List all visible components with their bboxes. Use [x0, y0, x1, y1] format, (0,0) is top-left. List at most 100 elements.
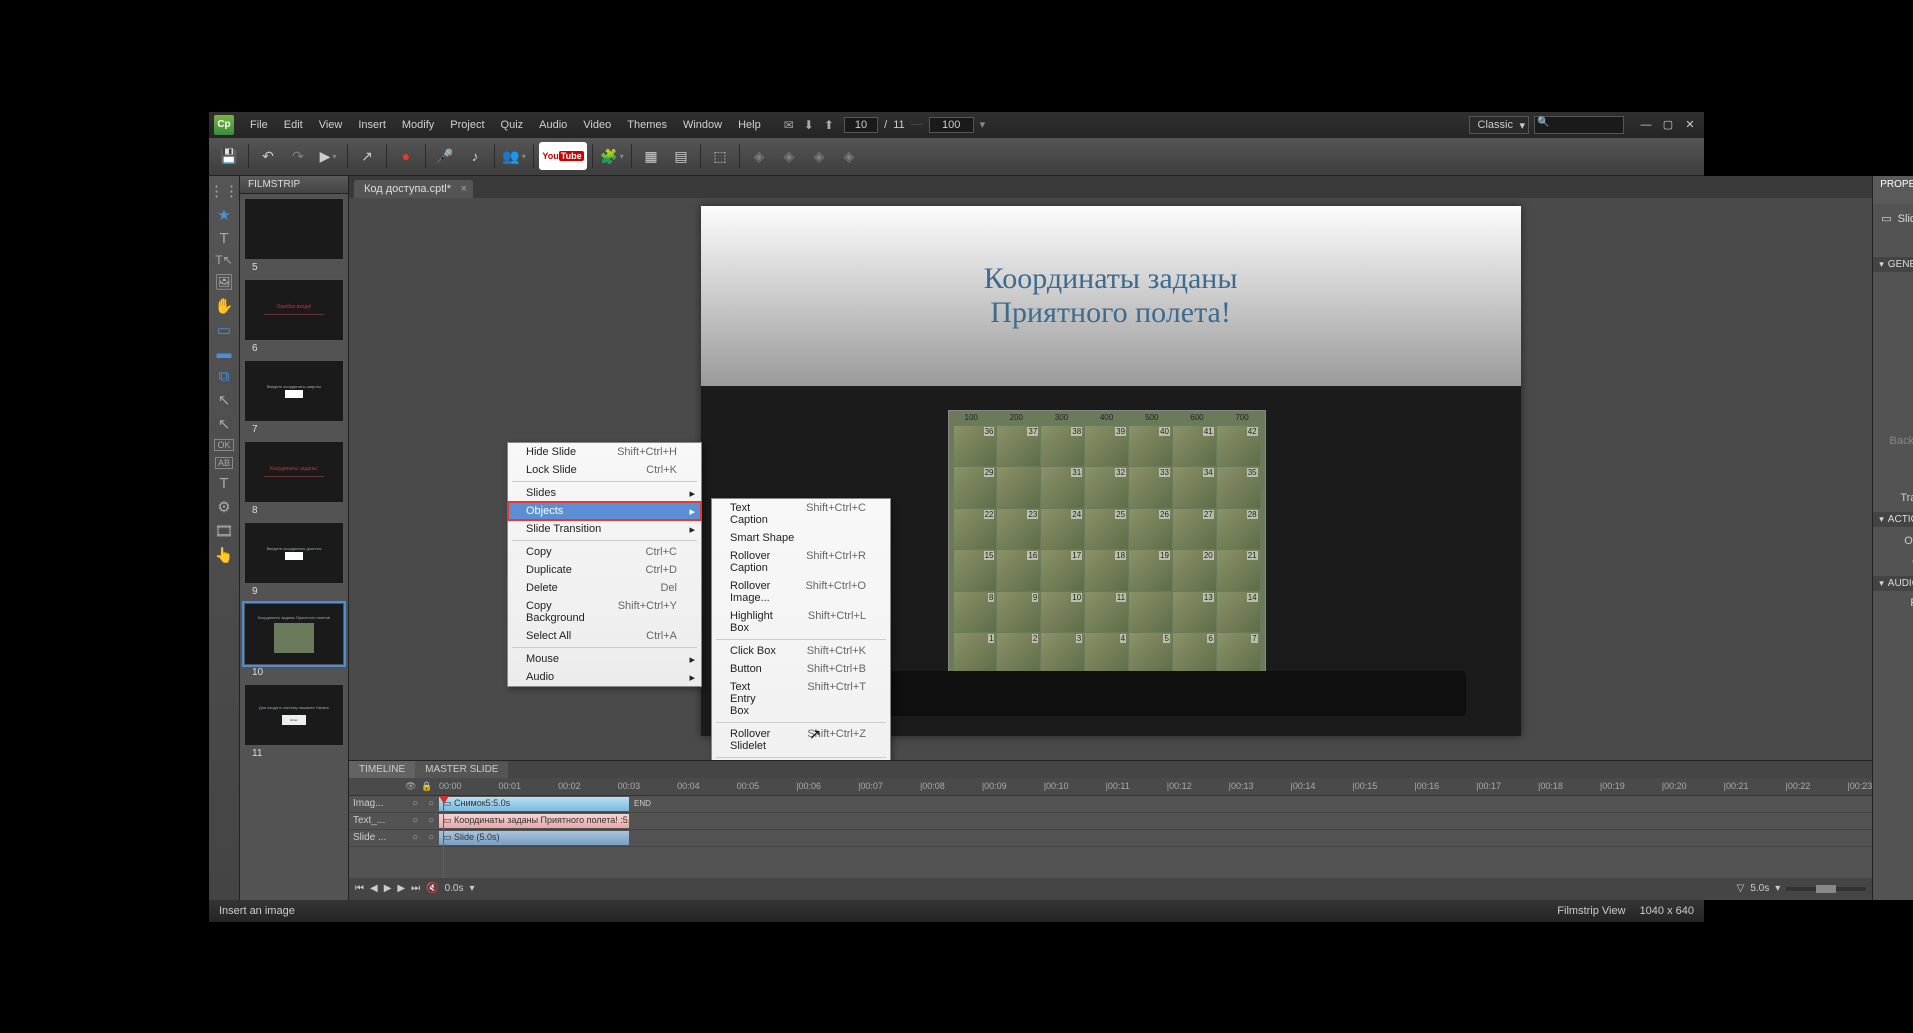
menu-view[interactable]: View [311, 116, 351, 134]
image-tool-icon[interactable]: 🖼 [214, 273, 233, 291]
text-cursor-icon[interactable]: T↖ [215, 253, 232, 267]
menu-item-select-all[interactable]: Select AllCtrl+A [508, 627, 701, 645]
tl-mute-icon[interactable]: 🔇 [426, 883, 438, 894]
zoom-dropdown-icon[interactable]: ▾ [980, 118, 986, 131]
timeline-row[interactable]: Imag...○○▭ Снимок5:5.0sEND [349, 796, 1872, 813]
document-tab[interactable]: Код доступа.cptl* [354, 180, 473, 198]
menu-item-text-caption[interactable]: Text CaptionShift+Ctrl+C [712, 499, 890, 529]
section-audio[interactable]: AUDIO [1873, 576, 1913, 591]
tl-dropdown2-icon[interactable]: ▾ [1775, 883, 1780, 894]
menu-item-text-entry-box[interactable]: Text Entry BoxShift+Ctrl+T [712, 678, 890, 720]
timeline-playhead[interactable] [439, 796, 449, 878]
redo-icon[interactable]: ↷ [284, 142, 312, 170]
menu-item-slides[interactable]: Slides [508, 484, 701, 502]
menu-themes[interactable]: Themes [619, 116, 675, 134]
menu-item-rollover-caption[interactable]: Rollover CaptionShift+Ctrl+R [712, 547, 890, 577]
layer3-icon[interactable]: ◈ [805, 142, 833, 170]
youtube-icon[interactable]: YouTube [539, 142, 587, 170]
timeline-clip[interactable]: ▭ Slide (5.0s) [439, 831, 629, 845]
filmstrip-thumb-9[interactable]: Введите координаты долготы [244, 522, 344, 584]
menu-project[interactable]: Project [442, 116, 492, 134]
save-icon[interactable]: 💾 [215, 142, 243, 170]
menu-item-objects[interactable]: Objects [508, 502, 701, 520]
filmstrip-thumb-10[interactable]: Координаты заданы Приятного полета! [244, 603, 344, 665]
filmstrip-thumb-11[interactable]: Для входа в систему нажмите НачатьEnter [244, 684, 344, 746]
section-action[interactable]: ACTION [1873, 512, 1913, 527]
star-tool-icon[interactable]: ★ [217, 206, 230, 224]
menu-item-hide-slide[interactable]: Hide SlideShift+Ctrl+H [508, 443, 701, 461]
layer4-icon[interactable]: ◈ [835, 142, 863, 170]
workspace-selector[interactable]: Classic [1469, 116, 1529, 134]
menu-item-rollover-image-[interactable]: Rollover Image...Shift+Ctrl+O [712, 577, 890, 607]
menu-window[interactable]: Window [675, 116, 730, 134]
tab-master-slide[interactable]: MASTER SLIDE [415, 761, 508, 778]
layer1-icon[interactable]: ◈ [745, 142, 773, 170]
handles-icon[interactable]: ⋮⋮ [209, 182, 239, 200]
widget-icon[interactable]: 🧩 [598, 142, 626, 170]
copy-tool-icon[interactable]: ⧉ [219, 368, 230, 385]
timeline-clip[interactable]: ▭ Координаты заданы Приятного полета! :5… [439, 814, 629, 828]
filmstrip-thumb-7[interactable]: Введите координаты широты [244, 360, 344, 422]
menu-item-smart-shape[interactable]: Smart Shape [712, 529, 890, 547]
ok-button-icon[interactable]: OK [214, 439, 233, 451]
publish-icon[interactable]: ↗ [353, 142, 381, 170]
characters-icon[interactable]: 👥 [500, 142, 528, 170]
table-icon[interactable]: ▤ [667, 142, 695, 170]
menu-edit[interactable]: Edit [276, 116, 311, 134]
undo-icon[interactable]: ↶ [254, 142, 282, 170]
menu-item-delete[interactable]: DeleteDel [508, 579, 701, 597]
menu-item-highlight-box[interactable]: Highlight BoxShift+Ctrl+L [712, 607, 890, 637]
menu-help[interactable]: Help [730, 116, 769, 134]
film-tool-icon[interactable]: 🎞 [214, 522, 233, 540]
filmstrip-thumb-5[interactable] [244, 198, 344, 260]
menu-insert[interactable]: Insert [350, 116, 394, 134]
click-tool-icon[interactable]: 👆 [215, 546, 234, 564]
menu-item-copy-background[interactable]: Copy BackgroundShift+Ctrl+Y [508, 597, 701, 627]
menu-item-lock-slide[interactable]: Lock SlideCtrl+K [508, 461, 701, 479]
tl-marker-icon[interactable]: ▽ [1737, 883, 1745, 894]
section-general[interactable]: GENERAL [1873, 257, 1913, 272]
tl-prev-icon[interactable]: ◀ [370, 883, 378, 894]
play-icon[interactable]: ▶ [314, 142, 342, 170]
current-page[interactable]: 10 [844, 117, 878, 133]
timeline-ruler[interactable]: 👁 🔒 00:0000:0100:0200:0300:0400:05|00:06… [349, 778, 1872, 796]
timeline-row[interactable]: Text_...○○▭ Координаты заданы Приятного … [349, 813, 1872, 830]
arrow-tool-icon[interactable]: ↖ [218, 415, 231, 433]
menu-audio[interactable]: Audio [531, 116, 575, 134]
maximize-button[interactable]: ▢ [1659, 118, 1677, 132]
music-icon[interactable]: ♪ [461, 142, 489, 170]
rect-tool-icon[interactable]: ▭ [217, 321, 231, 339]
menu-file[interactable]: File [242, 116, 276, 134]
tab-timeline[interactable]: TIMELINE [349, 761, 415, 778]
filmstrip-thumb-8[interactable]: Координаты заданы: [244, 441, 344, 503]
ab-tool-icon[interactable]: AB [215, 457, 233, 469]
zoom-level[interactable]: 100 [929, 117, 974, 133]
mic-icon[interactable]: 🎤 [431, 142, 459, 170]
gear-tool-icon[interactable]: ⚙ [217, 498, 230, 516]
panel-tool-icon[interactable]: ▬ [217, 345, 232, 362]
menu-modify[interactable]: Modify [394, 116, 442, 134]
close-button[interactable]: ✕ [1681, 118, 1699, 132]
record-icon[interactable]: ● [392, 142, 420, 170]
menu-item-audio[interactable]: Audio [508, 668, 701, 686]
tl-last-icon[interactable]: ⏭ [411, 883, 420, 894]
tl-first-icon[interactable]: ⏮ [355, 883, 364, 894]
text-tool-icon[interactable]: T [219, 230, 228, 247]
menu-quiz[interactable]: Quiz [493, 116, 532, 134]
menu-video[interactable]: Video [575, 116, 619, 134]
minimize-button[interactable]: — [1637, 118, 1655, 132]
menu-item-button[interactable]: ButtonShift+Ctrl+B [712, 660, 890, 678]
tl-dropdown1-icon[interactable]: ▾ [469, 883, 474, 894]
mail-icon[interactable]: ✉ [784, 118, 794, 132]
menu-item-duplicate[interactable]: DuplicateCtrl+D [508, 561, 701, 579]
pointer-tool-icon[interactable]: ↖ [218, 391, 231, 409]
grid-icon[interactable]: ▦ [637, 142, 665, 170]
text-anim-icon[interactable]: T [219, 475, 228, 492]
panel-tab-properties[interactable]: PROPERTIES [1873, 176, 1913, 204]
timeline-row[interactable]: Slide ...○○▭ Slide (5.0s) [349, 830, 1872, 847]
tl-play-icon[interactable]: ▶ [384, 883, 392, 894]
menu-item-mouse[interactable]: Mouse [508, 650, 701, 668]
search-input[interactable] [1534, 116, 1624, 134]
menu-item-click-box[interactable]: Click BoxShift+Ctrl+K [712, 642, 890, 660]
menu-item-slide-transition[interactable]: Slide Transition [508, 520, 701, 538]
